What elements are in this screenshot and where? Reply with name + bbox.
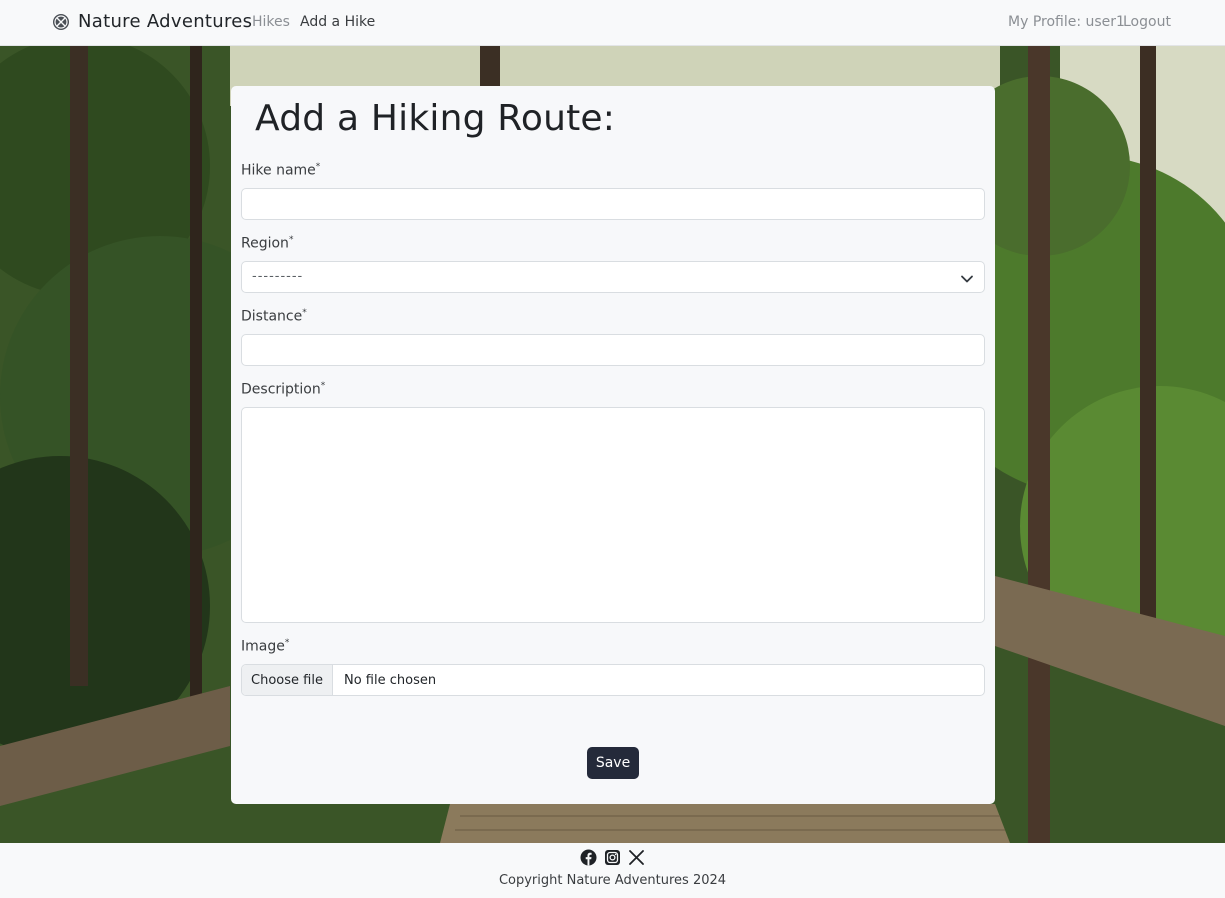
- navbar: Nature Adventures Hikes Add a Hike My Pr…: [0, 0, 1225, 46]
- description-label-text: Description: [241, 381, 321, 398]
- region-label-text: Region: [241, 235, 289, 252]
- page-title: Add a Hiking Route:: [255, 98, 616, 139]
- required-mark: *: [284, 638, 290, 648]
- image-label: Image*: [241, 638, 289, 655]
- hike-name-input[interactable]: [241, 188, 985, 220]
- facebook-icon[interactable]: [580, 849, 597, 866]
- nav-logout[interactable]: Logout: [1123, 14, 1171, 30]
- distance-label: Distance*: [241, 308, 307, 325]
- distance-label-text: Distance: [241, 308, 303, 325]
- region-selected-value: ---------: [252, 269, 304, 284]
- x-icon[interactable]: [628, 849, 645, 866]
- copyright-text: Copyright Nature Adventures 2024: [498, 873, 727, 888]
- region-select[interactable]: ---------: [241, 261, 985, 293]
- image-label-text: Image: [241, 638, 285, 655]
- brand-name: Nature Adventures: [78, 11, 253, 32]
- brand-link[interactable]: Nature Adventures: [52, 11, 252, 32]
- required-mark: *: [315, 162, 321, 172]
- footer: Copyright Nature Adventures 2024: [0, 843, 1225, 898]
- hike-name-label: Hike name*: [241, 162, 320, 179]
- chevron-down-icon: [960, 271, 974, 285]
- distance-input[interactable]: [241, 334, 985, 366]
- description-label: Description*: [241, 381, 325, 398]
- required-mark: *: [302, 308, 307, 318]
- social-links: [580, 849, 645, 866]
- hike-name-label-text: Hike name: [241, 162, 316, 179]
- choose-file-button[interactable]: Choose file: [242, 665, 333, 695]
- nav-hikes[interactable]: Hikes: [252, 14, 290, 30]
- region-label: Region*: [241, 235, 293, 252]
- nav-profile[interactable]: My Profile: user1: [1008, 14, 1125, 30]
- file-status-text: No file chosen: [344, 672, 437, 688]
- instagram-icon[interactable]: [604, 849, 621, 866]
- nav-add-hike[interactable]: Add a Hike: [300, 14, 375, 30]
- add-hike-card: Add a Hiking Route: Hike name* Region* -…: [231, 86, 995, 804]
- image-file-input[interactable]: Choose file No file chosen: [241, 664, 985, 696]
- required-mark: *: [288, 235, 294, 245]
- save-button[interactable]: Save: [587, 747, 639, 779]
- description-textarea[interactable]: [241, 407, 985, 623]
- required-mark: *: [320, 381, 326, 391]
- compass-icon: [52, 13, 70, 31]
